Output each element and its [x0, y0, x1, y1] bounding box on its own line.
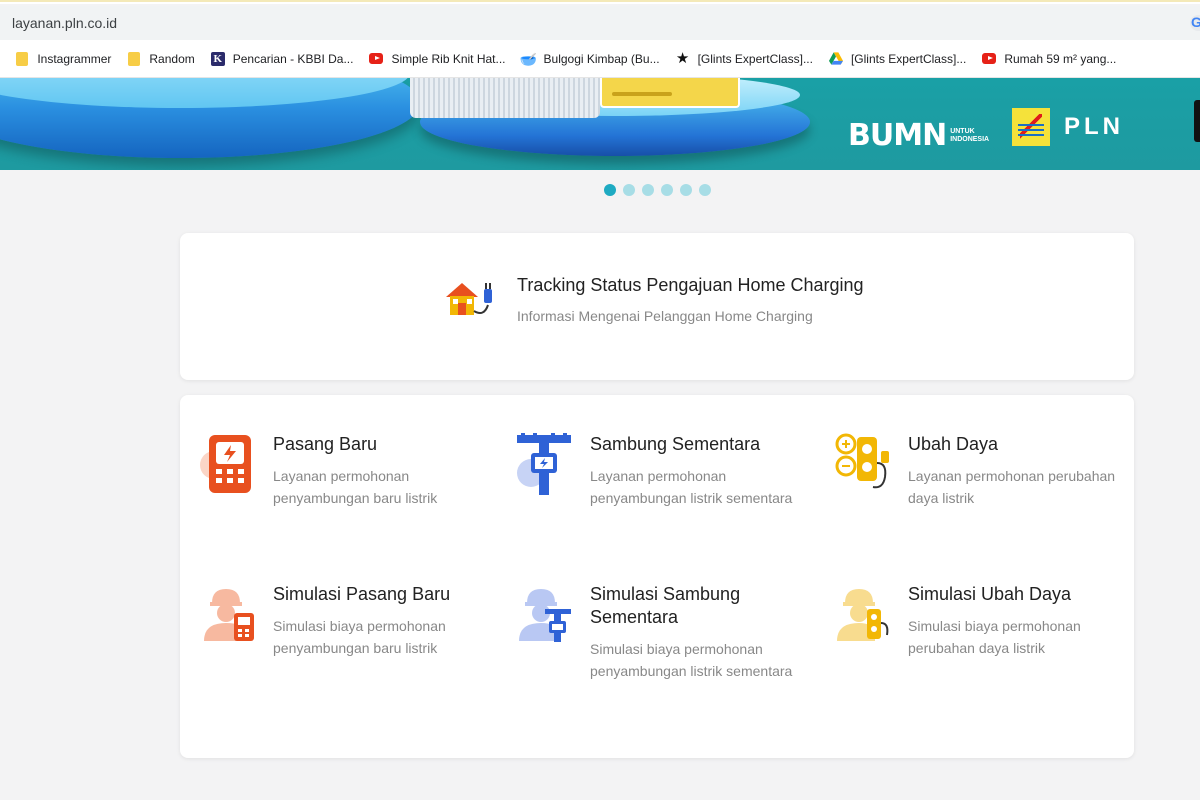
bookmark-overflow-dot: : [0, 45, 7, 73]
bookmark-glints-1[interactable]: ★ [Glints ExpertClass]... [668, 45, 821, 73]
banner-card-stack [410, 78, 600, 118]
service-title: Simulasi Pasang Baru [273, 584, 451, 604]
bookmark-label: Simple Rib Knit Hat... [391, 51, 506, 66]
bookmark-label: [Glints ExpertClass]... [850, 51, 967, 66]
youtube-icon [982, 52, 997, 66]
worker-power-strip-icon [837, 589, 889, 641]
service-desc: Simulasi biaya permohonan penyambungan l… [590, 641, 793, 679]
meter-icon [200, 435, 251, 493]
bookmark-kimbap[interactable]: 🥣 Bulgogi Kimbap (Bu... [514, 45, 668, 73]
carousel-dots [604, 184, 711, 196]
bumn-logo-sub: UNTUK INDONESIA [950, 127, 990, 143]
service-title: Sambung Sementara [590, 434, 761, 454]
bookmark-instagrammer[interactable]: Instagrammer [7, 45, 119, 73]
carousel-dot-4[interactable] [661, 184, 673, 196]
star-icon: ★ [675, 49, 690, 67]
electric-pole-icon [517, 433, 571, 495]
bookmark-knit-hat[interactable]: Simple Rib Knit Hat... [361, 45, 513, 73]
drive-icon [828, 52, 843, 66]
service-title: Pasang Baru [273, 434, 378, 454]
bookmark-kbbi[interactable]: K Pencarian - KBBI Da... [203, 45, 362, 73]
tracking-title: Tracking Status Pengajuan Home Charging [517, 275, 864, 295]
window-top-strip [0, 0, 1200, 4]
folder-icon [127, 51, 141, 66]
folder-icon [15, 51, 29, 66]
service-title: Simulasi Sambung Sementara [590, 584, 741, 627]
home-charging-icon [446, 283, 492, 315]
pln-logo-word: PLN [1064, 113, 1124, 140]
pln-lightning-icon [1012, 108, 1050, 146]
tracking-subtitle: Informasi Mengenai Pelanggan Home Chargi… [517, 308, 813, 324]
carousel-dot-3[interactable] [642, 184, 654, 196]
bookmark-random[interactable]: Random [119, 45, 202, 73]
carousel-dot-6[interactable] [699, 184, 711, 196]
bookmark-label: Instagrammer [37, 51, 112, 66]
google-icon[interactable] [1190, 14, 1200, 31]
bookmark-rumah[interactable]: Rumah 59 m² yang... [974, 45, 1124, 73]
bookmark-glints-2[interactable]: [Glints ExpertClass]... [821, 45, 974, 73]
carousel-dot-2[interactable] [623, 184, 635, 196]
power-strip-icon [835, 433, 889, 489]
banner-yellow-card [600, 78, 740, 108]
bookmarks-bar: : Instagrammer Random K Pencarian - KBBI… [0, 40, 1200, 78]
bowl-icon: 🥣 [519, 50, 538, 67]
bookmark-label: Rumah 59 m² yang... [1004, 51, 1117, 66]
address-bar[interactable]: layanan.pln.co.id [0, 6, 1200, 40]
carousel-dot-1[interactable] [604, 184, 616, 196]
url-text[interactable]: layanan.pln.co.id [12, 15, 117, 31]
tracking-home-charging-card[interactable]: Tracking Status Pengajuan Home Charging … [180, 233, 1134, 380]
pln-logo: PLN [1012, 108, 1124, 146]
carousel-dot-5[interactable] [680, 184, 692, 196]
banner-next-arrow[interactable] [1194, 100, 1200, 142]
service-desc: Simulasi biaya permohonan penyambungan b… [273, 618, 446, 656]
services-card: Pasang Baru Layanan permohonan penyambun… [180, 395, 1134, 758]
bumn-logo: BUMN UNTUK INDONESIA [848, 118, 989, 153]
worker-pole-icon [519, 589, 571, 642]
youtube-icon [369, 52, 384, 66]
kbbi-icon: K [210, 51, 225, 66]
service-desc: Simulasi biaya permohonan perubahan daya… [908, 618, 1081, 656]
bookmark-label: Bulgogi Kimbap (Bu... [543, 51, 660, 66]
service-desc: Layanan permohonan perubahan daya listri… [908, 468, 1116, 506]
service-desc: Layanan permohonan penyambungan listrik … [590, 468, 793, 506]
bookmark-label: Random [149, 51, 195, 66]
service-title: Ubah Daya [908, 434, 999, 454]
bookmark-label: [Glints ExpertClass]... [697, 51, 813, 66]
bumn-logo-word: BUMN [848, 118, 947, 153]
bookmark-label: Pencarian - KBBI Da... [232, 51, 354, 66]
worker-meter-icon [204, 589, 254, 641]
service-title: Simulasi Ubah Daya [908, 584, 1072, 604]
service-desc: Layanan permohonan penyambungan baru lis… [273, 468, 438, 506]
